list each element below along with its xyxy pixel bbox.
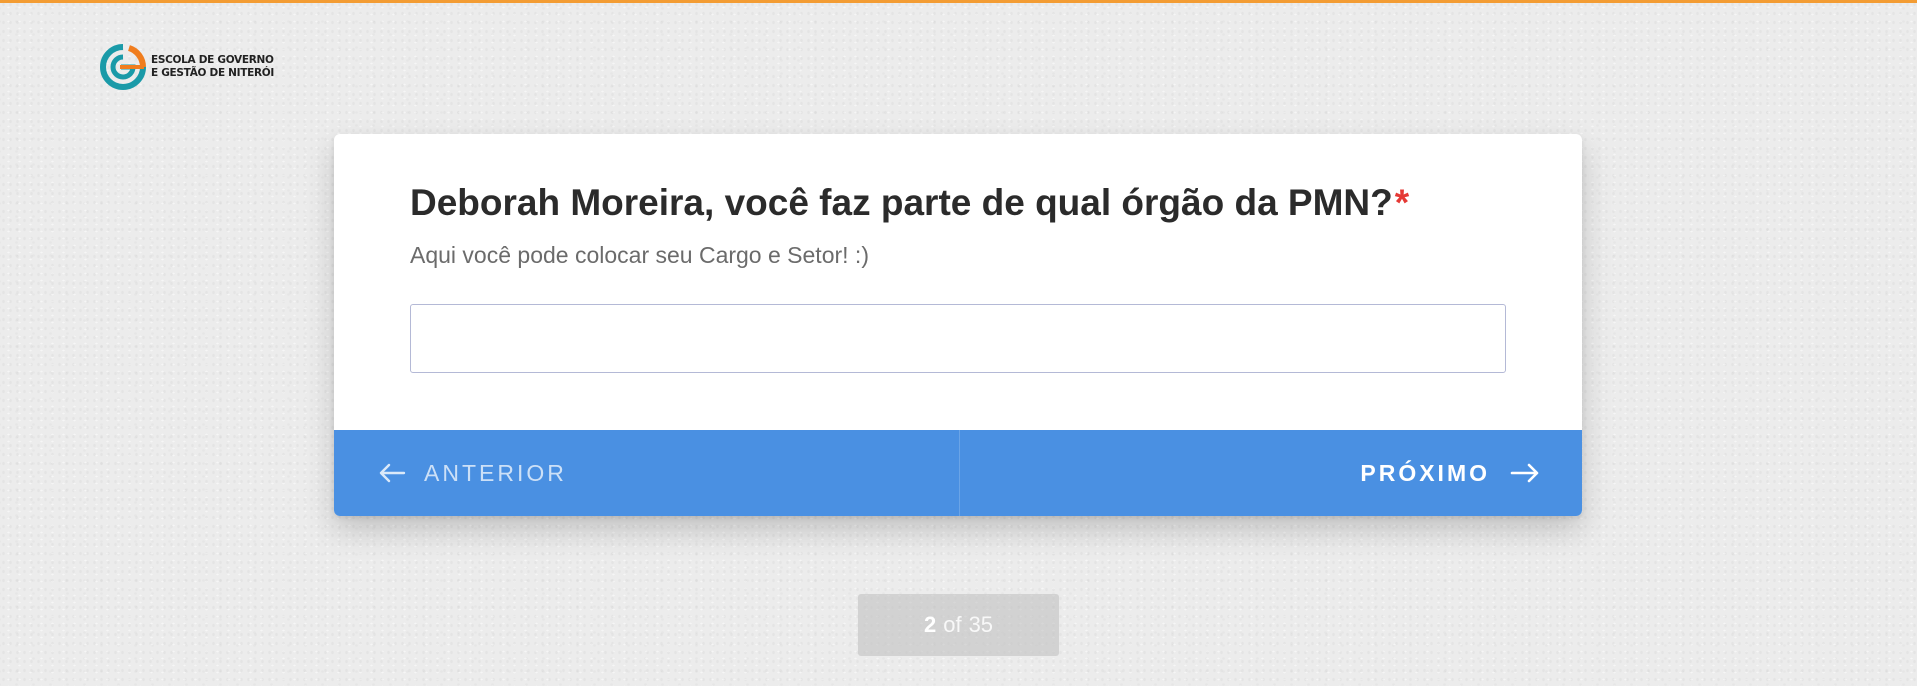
arrow-right-icon bbox=[1510, 463, 1540, 483]
next-label: PRÓXIMO bbox=[1360, 459, 1490, 486]
progress-separator: of bbox=[943, 612, 962, 637]
next-button[interactable]: PRÓXIMO bbox=[960, 430, 1583, 516]
navigation-bar: ANTERIOR PRÓXIMO bbox=[334, 430, 1582, 516]
previous-label: ANTERIOR bbox=[424, 459, 567, 486]
escola-governo-logo-icon bbox=[99, 43, 147, 91]
answer-input[interactable] bbox=[410, 304, 1506, 373]
progress-total: 35 bbox=[968, 612, 994, 637]
arrow-left-icon bbox=[378, 463, 406, 483]
question-title: Deborah Moreira, você faz parte de qual … bbox=[410, 180, 1522, 226]
question-text: Deborah Moreira, você faz parte de qual … bbox=[410, 182, 1393, 223]
logo-line-1: ESCOLA DE GOVERNO bbox=[151, 54, 274, 66]
progress-current: 2 bbox=[923, 612, 937, 637]
top-accent-bar bbox=[0, 0, 1917, 3]
progress-indicator: 2 of 35 bbox=[858, 594, 1059, 656]
question-hint: Aqui você pode colocar seu Cargo e Setor… bbox=[410, 242, 869, 268]
logo: ESCOLA DE GOVERNO E GESTÃO DE NITERÓI bbox=[99, 42, 274, 92]
question-card: Deborah Moreira, você faz parte de qual … bbox=[334, 134, 1582, 516]
logo-text: ESCOLA DE GOVERNO E GESTÃO DE NITERÓI bbox=[151, 54, 274, 80]
logo-line-2: E GESTÃO DE NITERÓI bbox=[151, 67, 275, 79]
required-marker: * bbox=[1394, 182, 1410, 223]
previous-button[interactable]: ANTERIOR bbox=[334, 430, 960, 516]
